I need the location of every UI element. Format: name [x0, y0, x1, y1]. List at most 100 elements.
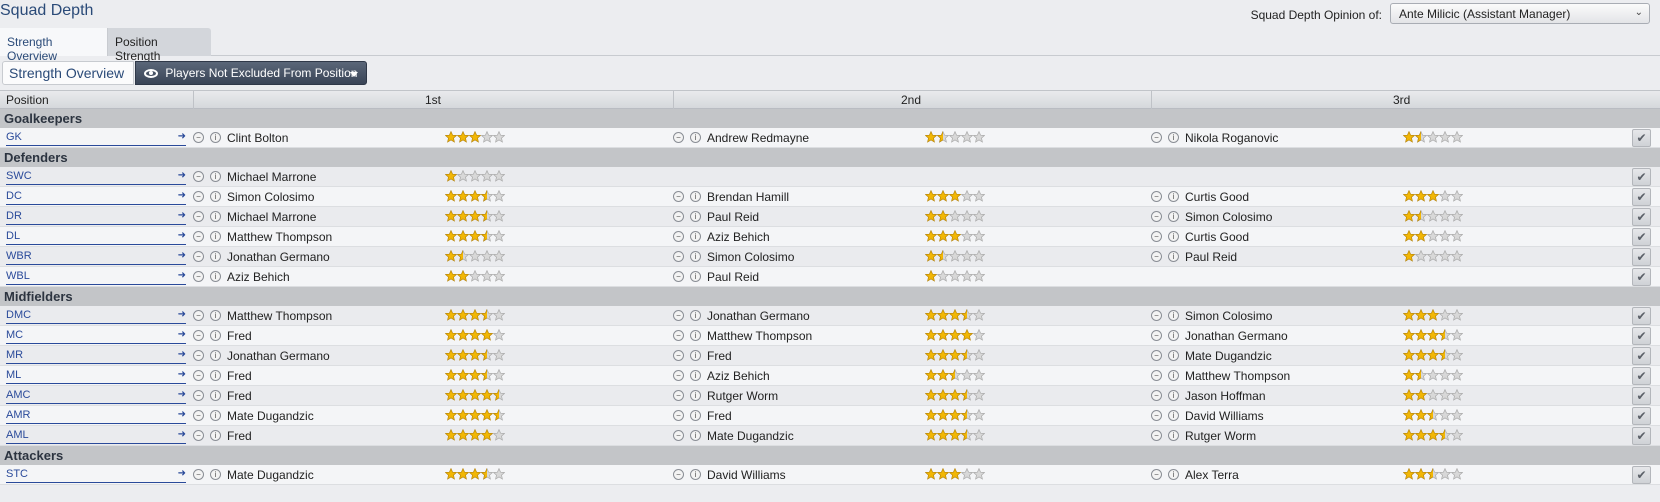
player-name[interactable]: David Williams: [1185, 409, 1264, 423]
exclude-icon[interactable]: −: [673, 430, 684, 441]
player-name[interactable]: Mate Dugandzic: [707, 429, 794, 443]
exclude-icon[interactable]: −: [673, 132, 684, 143]
exclude-icon[interactable]: −: [193, 251, 204, 262]
confirm-checkbox[interactable]: ✔: [1632, 466, 1651, 484]
player-name[interactable]: Mate Dugandzic: [227, 468, 314, 482]
player-name[interactable]: Curtis Good: [1185, 190, 1249, 204]
exclude-icon[interactable]: −: [193, 191, 204, 202]
info-icon[interactable]: i: [210, 350, 221, 361]
info-icon[interactable]: i: [690, 410, 701, 421]
info-icon[interactable]: i: [690, 132, 701, 143]
exclude-icon[interactable]: −: [1151, 350, 1162, 361]
exclude-icon[interactable]: −: [673, 231, 684, 242]
confirm-checkbox[interactable]: ✔: [1632, 129, 1651, 147]
exclude-icon[interactable]: −: [673, 370, 684, 381]
confirm-checkbox[interactable]: ✔: [1632, 427, 1651, 445]
player-name[interactable]: Michael Marrone: [227, 170, 316, 184]
exclude-icon[interactable]: −: [1151, 251, 1162, 262]
position-link[interactable]: DL ➜: [6, 230, 186, 245]
exclude-icon[interactable]: −: [193, 211, 204, 222]
exclude-icon[interactable]: −: [193, 390, 204, 401]
info-icon[interactable]: i: [1168, 390, 1179, 401]
player-name[interactable]: Paul Reid: [707, 270, 759, 284]
exclude-icon[interactable]: −: [673, 191, 684, 202]
info-icon[interactable]: i: [210, 171, 221, 182]
exclude-icon[interactable]: −: [1151, 132, 1162, 143]
player-name[interactable]: Fred: [707, 409, 732, 423]
exclude-icon[interactable]: −: [1151, 191, 1162, 202]
position-link[interactable]: SWC ➜: [6, 170, 186, 185]
info-icon[interactable]: i: [210, 231, 221, 242]
info-icon[interactable]: i: [690, 271, 701, 282]
info-icon[interactable]: i: [690, 251, 701, 262]
exclude-icon[interactable]: −: [193, 231, 204, 242]
position-link[interactable]: ML ➜: [6, 369, 186, 384]
info-icon[interactable]: i: [210, 310, 221, 321]
info-icon[interactable]: i: [210, 469, 221, 480]
player-name[interactable]: Andrew Redmayne: [707, 131, 809, 145]
exclude-icon[interactable]: −: [193, 132, 204, 143]
info-icon[interactable]: i: [210, 132, 221, 143]
player-name[interactable]: Mate Dugandzic: [1185, 349, 1272, 363]
exclude-icon[interactable]: −: [193, 171, 204, 182]
info-icon[interactable]: i: [1168, 251, 1179, 262]
tab-strength-overview[interactable]: Strength Overview: [0, 28, 108, 63]
player-name[interactable]: Brendan Hamill: [707, 190, 789, 204]
player-name[interactable]: Rutger Worm: [1185, 429, 1256, 443]
info-icon[interactable]: i: [1168, 469, 1179, 480]
info-icon[interactable]: i: [690, 310, 701, 321]
exclude-icon[interactable]: −: [193, 410, 204, 421]
player-name[interactable]: Rutger Worm: [707, 389, 778, 403]
position-link[interactable]: MC ➜: [6, 329, 186, 344]
info-icon[interactable]: i: [210, 330, 221, 341]
info-icon[interactable]: i: [210, 251, 221, 262]
exclude-icon[interactable]: −: [1151, 370, 1162, 381]
exclude-icon[interactable]: −: [193, 330, 204, 341]
confirm-checkbox[interactable]: ✔: [1632, 387, 1651, 405]
player-name[interactable]: Fred: [707, 349, 732, 363]
confirm-checkbox[interactable]: ✔: [1632, 188, 1651, 206]
exclude-icon[interactable]: −: [673, 350, 684, 361]
player-name[interactable]: Simon Colosimo: [1185, 309, 1272, 323]
player-name[interactable]: Jonathan Germano: [227, 250, 330, 264]
player-name[interactable]: Nikola Roganovic: [1185, 131, 1278, 145]
exclude-icon[interactable]: −: [193, 310, 204, 321]
info-icon[interactable]: i: [690, 231, 701, 242]
player-name[interactable]: Jonathan Germano: [1185, 329, 1288, 343]
player-name[interactable]: Matthew Thompson: [707, 329, 812, 343]
confirm-checkbox[interactable]: ✔: [1632, 327, 1651, 345]
info-icon[interactable]: i: [210, 211, 221, 222]
exclude-icon[interactable]: −: [673, 310, 684, 321]
confirm-checkbox[interactable]: ✔: [1632, 307, 1651, 325]
exclude-icon[interactable]: −: [1151, 430, 1162, 441]
info-icon[interactable]: i: [1168, 430, 1179, 441]
exclude-icon[interactable]: −: [1151, 469, 1162, 480]
filter-dropdown-button[interactable]: Players Not Excluded From Position: [135, 61, 367, 85]
exclude-icon[interactable]: −: [673, 390, 684, 401]
player-name[interactable]: Fred: [227, 329, 252, 343]
player-name[interactable]: Matthew Thompson: [227, 309, 332, 323]
info-icon[interactable]: i: [1168, 310, 1179, 321]
info-icon[interactable]: i: [690, 191, 701, 202]
info-icon[interactable]: i: [210, 191, 221, 202]
position-link[interactable]: GK ➜: [6, 131, 186, 146]
exclude-icon[interactable]: −: [1151, 390, 1162, 401]
info-icon[interactable]: i: [690, 350, 701, 361]
info-icon[interactable]: i: [210, 430, 221, 441]
info-icon[interactable]: i: [690, 330, 701, 341]
info-icon[interactable]: i: [1168, 370, 1179, 381]
player-name[interactable]: Michael Marrone: [227, 210, 316, 224]
info-icon[interactable]: i: [690, 430, 701, 441]
player-name[interactable]: David Williams: [707, 468, 786, 482]
exclude-icon[interactable]: −: [1151, 330, 1162, 341]
player-name[interactable]: Fred: [227, 389, 252, 403]
player-name[interactable]: Matthew Thompson: [227, 230, 332, 244]
info-icon[interactable]: i: [210, 390, 221, 401]
column-header-position[interactable]: Position: [6, 93, 49, 107]
player-name[interactable]: Simon Colosimo: [227, 190, 314, 204]
exclude-icon[interactable]: −: [1151, 310, 1162, 321]
exclude-icon[interactable]: −: [673, 410, 684, 421]
confirm-checkbox[interactable]: ✔: [1632, 168, 1651, 186]
confirm-checkbox[interactable]: ✔: [1632, 407, 1651, 425]
player-name[interactable]: Fred: [227, 369, 252, 383]
